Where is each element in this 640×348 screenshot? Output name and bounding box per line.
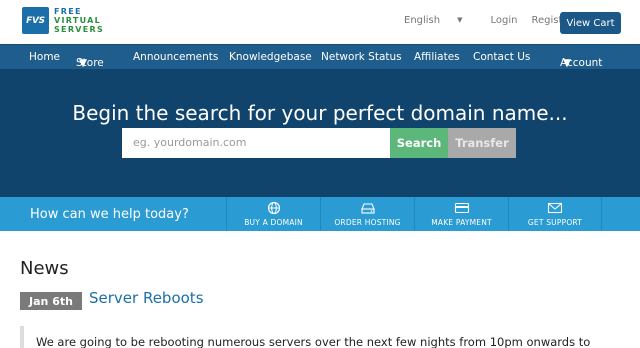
envelope-icon [547, 202, 563, 214]
order-hosting-link[interactable]: ORDER HOSTING [320, 197, 414, 231]
nav-contact[interactable]: Contact Us [473, 51, 530, 63]
main-nav: Home Store ▼ Announcements Knowledgebase … [0, 44, 640, 69]
get-support-link[interactable]: GET SUPPORT [508, 197, 602, 231]
news-quote-bar [20, 326, 24, 348]
hero-title: Begin the search for your perfect domain… [72, 101, 568, 125]
news-heading: News [20, 258, 69, 279]
globe-icon [267, 201, 280, 215]
caret-down-icon: ▼ [457, 16, 463, 24]
help-bar: How can we help today? BUY A DOMAIN ORDE… [0, 197, 640, 231]
caret-down-icon: ▼ [563, 57, 572, 69]
language-selector[interactable]: English ▼ [404, 15, 477, 26]
news-item-title-link[interactable]: Server Reboots [89, 289, 204, 307]
domain-search-input[interactable]: eg. yourdomain.com [122, 128, 390, 158]
site-logo[interactable]: FVS FREE VIRTUAL SERVERS [22, 7, 104, 34]
domain-search-hero: Begin the search for your perfect domain… [0, 69, 640, 197]
nav-network-status[interactable]: Network Status [321, 51, 402, 63]
search-button[interactable]: Search [390, 128, 448, 158]
credit-card-icon [454, 202, 469, 214]
nav-knowledgebase[interactable]: Knowledgebase [229, 51, 312, 63]
buy-domain-link[interactable]: BUY A DOMAIN [226, 197, 320, 231]
help-prompt: How can we help today? [30, 207, 189, 222]
view-cart-button[interactable]: View Cart [560, 12, 621, 34]
login-link[interactable]: Login [491, 15, 518, 26]
server-icon [360, 203, 375, 214]
site-header: FVS FREE VIRTUAL SERVERS English ▼ Login … [0, 0, 640, 44]
news-item-body: We are going to be rebooting numerous se… [36, 335, 591, 348]
logo-text: FREE VIRTUAL SERVERS [54, 7, 105, 34]
nav-announcements[interactable]: Announcements [133, 51, 218, 63]
news-date-badge: Jan 6th [20, 292, 82, 310]
logo-mark: FVS [22, 7, 49, 34]
nav-affiliates[interactable]: Affiliates [414, 51, 460, 63]
transfer-button[interactable]: Transfer [448, 128, 516, 158]
nav-home[interactable]: Home [29, 51, 60, 63]
make-payment-link[interactable]: MAKE PAYMENT [414, 197, 508, 231]
caret-down-icon: ▼ [79, 57, 88, 69]
